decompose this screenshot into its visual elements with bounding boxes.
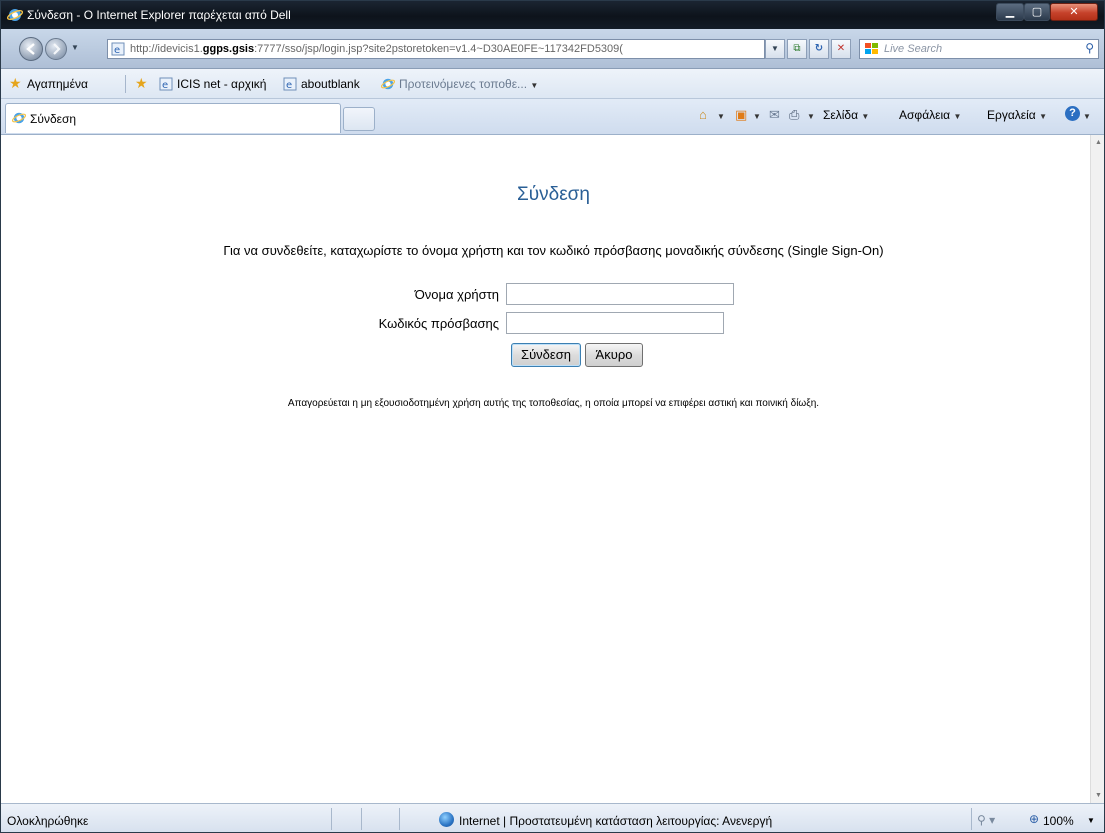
chevron-down-icon: ▼	[771, 44, 779, 53]
home-icon[interactable]: ⌂	[699, 107, 707, 122]
minimize-icon: ▁	[1005, 6, 1015, 18]
tools-menu[interactable]: Εργαλεία ▼	[987, 108, 1047, 122]
chevron-down-icon: ▼	[953, 112, 962, 121]
title-bar: Σύνδεση - O Internet Explorer παρέχεται …	[1, 1, 1104, 29]
ie-icon	[381, 78, 395, 90]
compatibility-icon: ⧉	[793, 43, 801, 54]
address-input[interactable]: e http://idevicis1.ggps.gsis:7777/sso/js…	[107, 39, 765, 59]
favorites-star-icon: ★	[9, 75, 22, 91]
mail-icon[interactable]: ✉	[769, 107, 780, 123]
scroll-down-icon[interactable]: ▼	[1095, 792, 1102, 799]
status-text: Ολοκληρώθηκε	[7, 814, 89, 828]
back-arrow-icon	[26, 43, 35, 55]
status-separator	[399, 808, 400, 830]
window-title: Σύνδεση - O Internet Explorer παρέχεται …	[27, 8, 291, 22]
favorites-separator	[125, 75, 126, 93]
recent-pages-dropdown-icon[interactable]: ▼	[71, 43, 79, 52]
safety-menu[interactable]: Ασφάλεια ▼	[899, 108, 961, 122]
tab-label: Σύνδεση	[30, 112, 77, 126]
password-field[interactable]	[506, 312, 724, 334]
chevron-down-icon: ▼	[861, 112, 870, 121]
status-separator	[971, 808, 972, 830]
new-tab-button[interactable]	[343, 107, 375, 131]
forward-button[interactable]	[45, 38, 67, 60]
chevron-down-icon: ▼	[530, 81, 539, 90]
search-placeholder: Live Search	[884, 43, 943, 55]
forward-arrow-icon	[53, 43, 61, 55]
username-label: Όνομα χρήστη	[414, 287, 499, 302]
security-zone-text[interactable]: Internet | Προστατευμένη κατάσταση λειτο…	[459, 814, 772, 828]
zoom-level[interactable]: 100%	[1043, 814, 1074, 828]
tab-bar: Σύνδεση ⌂ ▼ ▣ ▼ ✉ ⎙ ▼ Σελίδα ▼ Ασφάλεια …	[1, 99, 1104, 135]
favorites-bar: ★ Αγαπημένα ★ e ICIS net - αρχική e abou…	[1, 69, 1104, 99]
ie-icon	[7, 9, 23, 21]
favorite-link-suggested-sites[interactable]: Προτεινόμενες τοποθε... ▼	[399, 77, 538, 91]
back-button[interactable]	[19, 37, 43, 61]
search-icon[interactable]: ⚲	[1085, 41, 1094, 55]
favorite-link-icis[interactable]: ICIS net - αρχική	[177, 77, 266, 91]
search-input[interactable]: Live Search ⚲	[859, 39, 1099, 59]
chevron-down-icon: ▼	[1039, 112, 1047, 121]
tab-login[interactable]: Σύνδεση	[5, 103, 341, 133]
print-icon[interactable]: ⎙	[789, 107, 799, 123]
chevron-down-icon[interactable]: ▼	[1083, 112, 1091, 121]
disclaimer-text: Απαγορεύεται η μη εξουσιοδοτημένη χρήση …	[287, 398, 820, 409]
address-url: http://idevicis1.ggps.gsis:7777/sso/jsp/…	[130, 43, 623, 55]
refresh-icon: ↻	[814, 43, 824, 54]
status-bar: Ολοκληρώθηκε Internet | Προστατευμένη κα…	[1, 803, 1104, 832]
feeds-icon[interactable]: ▣	[735, 107, 747, 123]
ie-icon	[12, 112, 26, 124]
chevron-down-icon[interactable]: ▼	[1087, 816, 1095, 825]
vertical-scrollbar[interactable]: ▲ ▼	[1090, 135, 1104, 803]
address-toolbar: ▼ e http://idevicis1.ggps.gsis:7777/sso/…	[1, 29, 1104, 69]
status-separator	[361, 808, 362, 830]
maximize-button[interactable]: ▢	[1024, 3, 1050, 21]
password-label: Κωδικός πρόσβασης	[378, 316, 499, 331]
chevron-down-icon[interactable]: ▼	[807, 112, 815, 121]
protected-mode-icon[interactable]: ⚲ ▾	[977, 813, 995, 827]
login-instruction: Για να συνδεθείτε, καταχωρίστε το όνομα …	[223, 243, 884, 258]
zoom-icon[interactable]: ⊕	[1029, 812, 1039, 826]
chevron-down-icon[interactable]: ▼	[753, 112, 761, 121]
page-icon: e	[283, 77, 297, 91]
username-field[interactable]	[506, 283, 734, 305]
live-search-icon	[865, 43, 878, 54]
svg-text:e: e	[286, 80, 292, 91]
help-icon[interactable]: ?	[1065, 106, 1080, 121]
cancel-button[interactable]: Άκυρο	[585, 343, 643, 367]
page-title: Σύνδεση	[517, 184, 590, 205]
favorite-link-aboutblank[interactable]: aboutblank	[301, 77, 360, 91]
page-icon: e	[159, 77, 173, 91]
login-button[interactable]: Σύνδεση	[511, 343, 581, 367]
maximize-icon: ▢	[1031, 6, 1043, 18]
address-dropdown-button[interactable]: ▼	[765, 39, 785, 59]
page-menu[interactable]: Σελίδα ▼	[823, 108, 869, 122]
page-icon: e	[111, 42, 125, 56]
stop-icon: ✕	[836, 43, 846, 54]
close-icon: ✕	[1069, 6, 1079, 18]
refresh-button[interactable]: ↻	[809, 39, 829, 59]
favorites-button[interactable]: Αγαπημένα	[27, 77, 88, 91]
add-favorite-icon[interactable]: ★	[135, 75, 148, 92]
chevron-down-icon[interactable]: ▼	[717, 112, 725, 121]
svg-text:e: e	[114, 45, 120, 56]
browser-window: Σύνδεση - O Internet Explorer παρέχεται …	[0, 0, 1105, 833]
status-separator	[331, 808, 332, 830]
svg-text:e: e	[162, 80, 168, 91]
scroll-up-icon[interactable]: ▲	[1095, 139, 1102, 146]
internet-zone-icon	[439, 812, 454, 827]
page-content: Σύνδεση Για να συνδεθείτε, καταχωρίστε τ…	[1, 135, 1090, 803]
close-button[interactable]: ✕	[1050, 3, 1098, 21]
stop-button[interactable]: ✕	[831, 39, 851, 59]
compatibility-view-button[interactable]: ⧉	[787, 39, 807, 59]
minimize-button[interactable]: ▁	[996, 3, 1024, 21]
